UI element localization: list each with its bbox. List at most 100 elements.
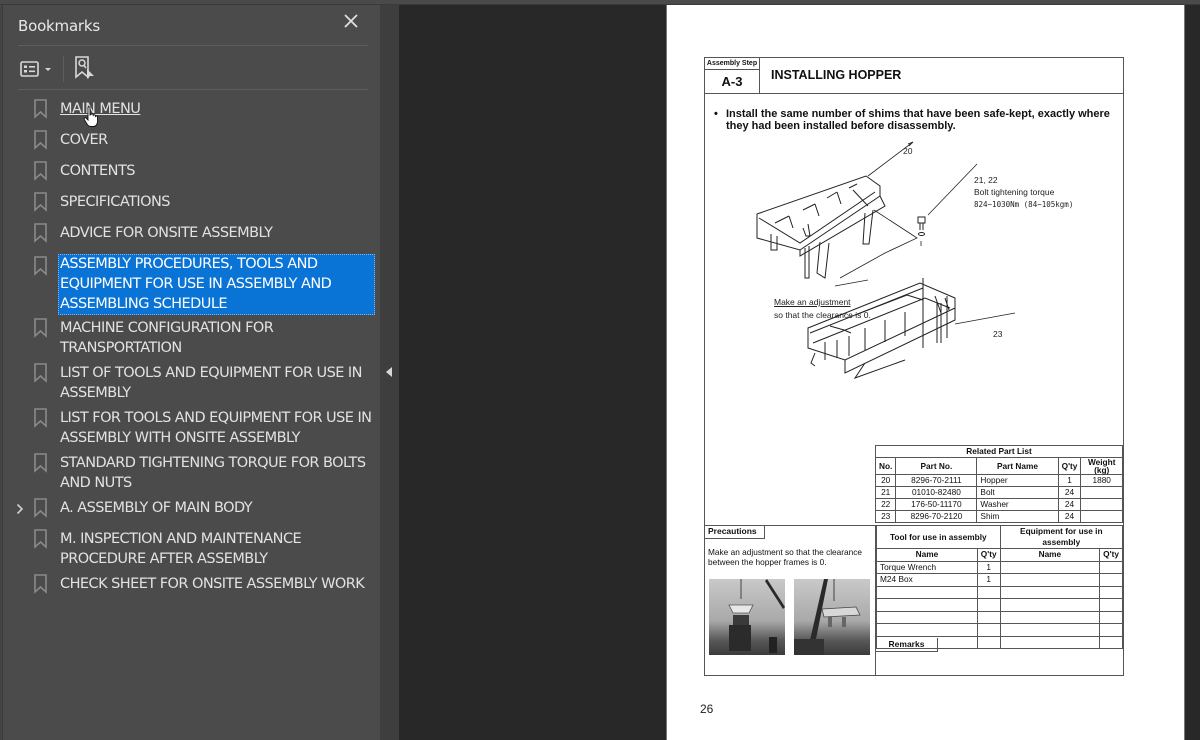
bookmark-label: LIST OF TOOLS AND EQUIPMENT FOR USE IN A…: [60, 365, 363, 401]
bookmark-label: A. ASSEMBLY OF MAIN BODY: [60, 500, 253, 516]
cell: [1099, 635, 1123, 649]
callout-20: 20: [903, 146, 913, 156]
cell: [999, 598, 1101, 612]
cell: Bolt: [976, 486, 1059, 499]
tool-title: Tool for use in assembly: [876, 525, 1001, 549]
cell: [976, 585, 1001, 599]
bookmark-label: SPECIFICATIONS: [60, 194, 171, 210]
col-header: Part Name: [976, 457, 1059, 475]
table-row: [876, 610, 1123, 624]
options-menu-button[interactable]: [20, 57, 56, 81]
col-header: No.: [874, 457, 897, 475]
bookmark-icon: [34, 574, 47, 594]
col-header: Name: [999, 548, 1101, 562]
cell: M24 Box: [876, 573, 978, 587]
pdf-page: Assembly Step A-3 INSTALLING HOPPER • In…: [666, 5, 1185, 740]
cell: [976, 610, 1001, 624]
hopper-lifting-photo-2: [794, 579, 870, 655]
table-row: Torque Wrench 1: [876, 560, 1123, 574]
precautions-text: Make an adjustment so that the clearance…: [708, 547, 863, 567]
cell: 8296-70-2120: [895, 510, 978, 523]
col-header: Q'ty: [1099, 548, 1123, 562]
bookmark-icon: [34, 192, 47, 212]
cell: Washer: [976, 498, 1059, 511]
cell: Hopper: [976, 474, 1059, 487]
bookmark-icon: [34, 99, 47, 119]
bookmark-label: CHECK SHEET FOR ONSITE ASSEMBLY WORK: [60, 576, 365, 592]
cell: 24: [1057, 510, 1082, 523]
hopper-lower: [807, 278, 956, 379]
cell: [1099, 585, 1123, 599]
sheet-title: INSTALLING HOPPER: [771, 68, 902, 82]
cell: 1880: [1080, 474, 1123, 487]
bullet: •: [714, 108, 718, 120]
bookmark-icon: [34, 408, 47, 428]
cell: 1: [1057, 474, 1082, 487]
find-current-bookmark-icon: [75, 56, 94, 79]
col-header: Weight (kg): [1080, 457, 1123, 475]
bookmark-label: CONTENTS: [60, 163, 135, 179]
cell: Torque Wrench: [876, 560, 978, 574]
cell: 01010-82480: [895, 486, 978, 499]
adjust-note-line2: so that the clearance is 0.: [774, 310, 871, 320]
bookmark-icon: [34, 223, 47, 243]
callout-21-22: 21, 22: [974, 175, 998, 185]
chevron-down-icon: [45, 68, 51, 71]
bookmark-icon: [34, 161, 47, 181]
page-number: 26: [700, 702, 714, 716]
col-header: Q'ty: [976, 548, 1001, 562]
photo-crane-hopper-icon: [728, 579, 785, 653]
photo-crane-hopper-icon: [794, 579, 861, 655]
bookmark-icon: [34, 130, 47, 150]
cell: [1080, 486, 1123, 499]
bookmark-label: MAIN MENU: [60, 101, 141, 117]
find-current-bookmark-button[interactable]: [73, 55, 99, 83]
cell: [1099, 623, 1123, 637]
bookmark-label: COVER: [60, 132, 108, 148]
cell: [1099, 598, 1123, 612]
cell: [999, 610, 1101, 624]
bookmark-icon: [34, 529, 47, 549]
cell: 8296-70-2111: [895, 474, 978, 487]
bookmark-icon: [34, 453, 47, 473]
bookmark-label-selected: ASSEMBLY PROCEDURES, TOOLS AND EQUIPMENT…: [58, 254, 375, 315]
col-header: Name: [876, 548, 978, 562]
cell: 23: [874, 510, 897, 523]
cell: [999, 623, 1101, 637]
instruction-text: Install the same number of shims that ha…: [726, 108, 1110, 132]
chevron-right-icon: [16, 503, 24, 515]
cell: 1: [976, 560, 1001, 574]
list-options-icon: [20, 61, 39, 77]
adjust-note-line1: Make an adjustment: [774, 297, 851, 307]
bookmark-label: ADVICE FOR ONSITE ASSEMBLY: [60, 225, 273, 241]
cell: Shim: [976, 510, 1059, 523]
collapse-panel-handle[interactable]: [380, 5, 399, 740]
cell: [876, 623, 978, 637]
bookmark-label: M. INSPECTION AND MAINTENANCE PROCEDURE …: [60, 531, 302, 567]
bookmarks-toolbar: [18, 53, 368, 85]
cell: [1099, 610, 1123, 624]
cell: 20: [874, 474, 897, 487]
cell: 176-50-11170: [895, 498, 978, 511]
expand-toggle[interactable]: [13, 500, 27, 518]
table-row: M24 Box 1: [876, 573, 1123, 587]
bolt-torque-label: Bolt tightening torque: [974, 187, 1055, 197]
bookmark-label: STANDARD TIGHTENING TORQUE FOR BOLTS AND…: [60, 455, 366, 491]
col-header: Q'ty: [1057, 457, 1082, 475]
cell: 22: [874, 498, 897, 511]
divider: [18, 45, 368, 46]
table-row: 21 01010-82480 Bolt 24: [874, 486, 1123, 499]
bookmark-label: LIST FOR TOOLS AND EQUIPMENT FOR USE IN …: [60, 410, 372, 446]
cell: [999, 560, 1101, 574]
precautions-label: Precautions: [705, 525, 765, 539]
panel-title: Bookmarks: [18, 17, 101, 35]
cell: [976, 623, 1001, 637]
table-row: 20 8296-70-2111 Hopper 1 1880: [874, 474, 1123, 487]
cell: 21: [874, 486, 897, 499]
table-row: [876, 598, 1123, 612]
hopper-lifting-photo-1: [709, 579, 785, 655]
close-panel-button[interactable]: [343, 13, 363, 33]
cell: [999, 635, 1101, 649]
assembly-step-value: A-3: [705, 70, 760, 93]
divider: [705, 93, 1123, 94]
